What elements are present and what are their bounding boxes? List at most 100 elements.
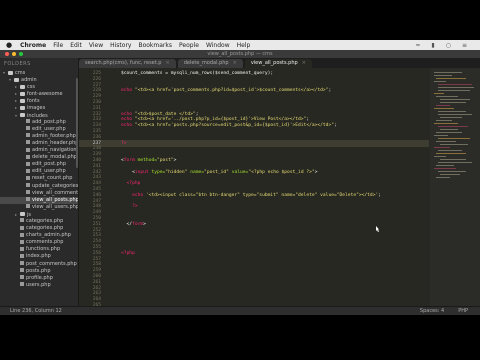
code-line[interactable]: ?> xyxy=(121,204,138,209)
wifi-icon[interactable]: ≈ xyxy=(415,42,420,49)
file-item[interactable]: admin_footer.php xyxy=(0,133,78,140)
search-icon[interactable]: ○ xyxy=(446,42,451,49)
minimap-line xyxy=(434,123,458,124)
line-number: 260 xyxy=(92,274,101,279)
line-number: 248 xyxy=(92,204,101,210)
file-item[interactable]: post_comments.php xyxy=(0,261,78,268)
file-item[interactable]: users.php xyxy=(0,282,78,289)
list-icon[interactable]: ≡ xyxy=(462,42,467,49)
minimap-line xyxy=(438,87,474,88)
close-icon[interactable]: × xyxy=(302,60,306,66)
code-line[interactable]: <?php xyxy=(121,181,141,186)
file-item[interactable]: posts.php xyxy=(0,268,78,275)
code-line[interactable]: <input type="hidden" name="post_id" valu… xyxy=(121,170,317,175)
folder-item[interactable]: ▾ includes xyxy=(0,112,78,119)
code-token: "<td><a href='post_comments.php?id=$post… xyxy=(134,88,329,94)
menu-item-window[interactable]: Window xyxy=(206,42,230,49)
code-line[interactable]: echo "<td><a href='posts.php?source=edit… xyxy=(121,123,337,128)
menu-item-help[interactable]: Help xyxy=(237,42,251,49)
tree-item-label: index.php xyxy=(26,253,51,260)
folder-item[interactable]: ▾ cms xyxy=(0,69,78,76)
file-icon xyxy=(20,225,24,230)
file-item[interactable]: charts_admin.php xyxy=(0,232,78,239)
maximize-icon[interactable] xyxy=(19,52,23,56)
menu-item-people[interactable]: People xyxy=(179,42,199,49)
code-line[interactable]: ?> xyxy=(121,141,127,146)
folder-item[interactable]: ▾ admin xyxy=(0,76,78,83)
apple-icon[interactable]: ● xyxy=(6,41,12,49)
file-item[interactable]: profile.php xyxy=(0,275,78,282)
folder-item[interactable]: ▸ js xyxy=(0,211,78,218)
file-item[interactable]: categories.php xyxy=(0,225,78,232)
code-line[interactable]: $count_comments = mysqli_num_rows($send_… xyxy=(121,71,273,76)
file-item[interactable]: functions.php xyxy=(0,246,78,253)
menu-item-view[interactable]: View xyxy=(89,42,103,49)
tab-view-all-posts[interactable]: view_all_posts.php × xyxy=(244,59,312,68)
desktop-screen: ● Chrome File Edit View History Bookmark… xyxy=(0,40,480,315)
minimap-line xyxy=(436,141,456,142)
code-token: echo xyxy=(121,117,135,123)
file-icon xyxy=(20,218,24,223)
close-icon[interactable] xyxy=(5,52,9,56)
code-line[interactable]: echo "<td><a href='../post.php?p_id={$po… xyxy=(121,117,309,122)
minimap-line xyxy=(440,174,460,175)
window-controls xyxy=(5,52,23,56)
file-item[interactable]: admin_header.php xyxy=(0,140,78,147)
file-item[interactable]: edit_user.php xyxy=(0,126,78,133)
file-item[interactable]: reset_count.php xyxy=(0,175,78,182)
tree-item-label: users.php xyxy=(26,281,51,288)
tab-delete-modal[interactable]: delete_modal.php × xyxy=(177,59,243,68)
minimap[interactable] xyxy=(430,68,480,306)
file-item[interactable]: update_categories xyxy=(0,183,78,190)
folder-item[interactable]: ▸ css xyxy=(0,83,78,90)
code-line[interactable]: echo '<td><input class="btn btn-danger" … xyxy=(121,193,381,198)
line-number: 229 xyxy=(92,94,101,100)
menu-bar: ● Chrome File Edit View History Bookmark… xyxy=(0,40,480,50)
file-item[interactable]: view_all_users.php xyxy=(0,204,78,211)
code-line[interactable]: echo "<td><a href='post_comments.php?id=… xyxy=(121,88,331,93)
file-item[interactable]: delete_modal.php xyxy=(0,154,78,161)
file-item[interactable]: edit_user.php xyxy=(0,168,78,175)
code-line[interactable]: </form> xyxy=(121,222,146,227)
code-editor[interactable]: 225 $count_comments = mysqli_num_rows($se… xyxy=(79,68,429,306)
menu-item-history[interactable]: History xyxy=(110,42,131,49)
file-item[interactable]: edit_post.php xyxy=(0,161,78,168)
folder-item[interactable]: ▸ images xyxy=(0,104,78,111)
folder-item[interactable]: ▸ font-awesome xyxy=(0,90,78,97)
indentation-setting[interactable]: Spaces: 4 xyxy=(420,307,444,315)
code-line[interactable]: echo "<td>$post_date </td>"; xyxy=(121,112,198,117)
file-item[interactable]: view_all_posts.php xyxy=(0,196,78,204)
sidebar-scrollbar[interactable] xyxy=(76,78,78,168)
code-line[interactable]: <?php xyxy=(121,251,135,256)
folder-item[interactable]: ▸ fonts xyxy=(0,97,78,104)
file-item[interactable]: view_all_comments xyxy=(0,190,78,197)
minimap-line xyxy=(436,105,450,106)
code-token: form xyxy=(123,158,135,163)
tab-search-php[interactable]: search.php(cms), func, reset.p × xyxy=(79,59,176,68)
file-icon xyxy=(20,239,24,244)
menu-item-file[interactable]: File xyxy=(53,42,63,49)
tree-item-label: images xyxy=(27,105,46,112)
menu-item-bookmarks[interactable]: Bookmarks xyxy=(138,42,172,49)
minimize-icon[interactable] xyxy=(12,52,16,56)
code-token: "post" xyxy=(157,158,174,163)
file-icon xyxy=(20,282,24,287)
file-item[interactable]: add_post.php xyxy=(0,119,78,126)
line-number: 236 xyxy=(92,134,101,140)
close-icon[interactable]: × xyxy=(233,60,237,66)
file-item[interactable]: categories.php xyxy=(0,218,78,225)
menu-app-name[interactable]: Chrome xyxy=(20,42,46,49)
minimap-line xyxy=(436,78,466,79)
menu-item-edit[interactable]: Edit xyxy=(70,42,82,49)
file-item[interactable]: comments.php xyxy=(0,239,78,246)
close-icon[interactable]: × xyxy=(165,60,169,66)
battery-icon[interactable]: ▮ xyxy=(431,42,434,49)
file-item[interactable]: index.php xyxy=(0,253,78,260)
code-token: "<td><a href='../post.php?p_id={$post_id… xyxy=(134,117,307,123)
file-item[interactable]: admin_navigation xyxy=(0,147,78,154)
tree-item-label: admin_navigation xyxy=(32,147,77,154)
file-icon xyxy=(20,246,24,251)
folder-sidebar: FOLDERS ▾ cms ▾ admin ▸ css ▸ font-awesome ▸ font… xyxy=(0,58,79,306)
code-line[interactable]: <form method="post"> xyxy=(121,158,176,163)
syntax-mode[interactable]: PHP xyxy=(458,307,468,315)
